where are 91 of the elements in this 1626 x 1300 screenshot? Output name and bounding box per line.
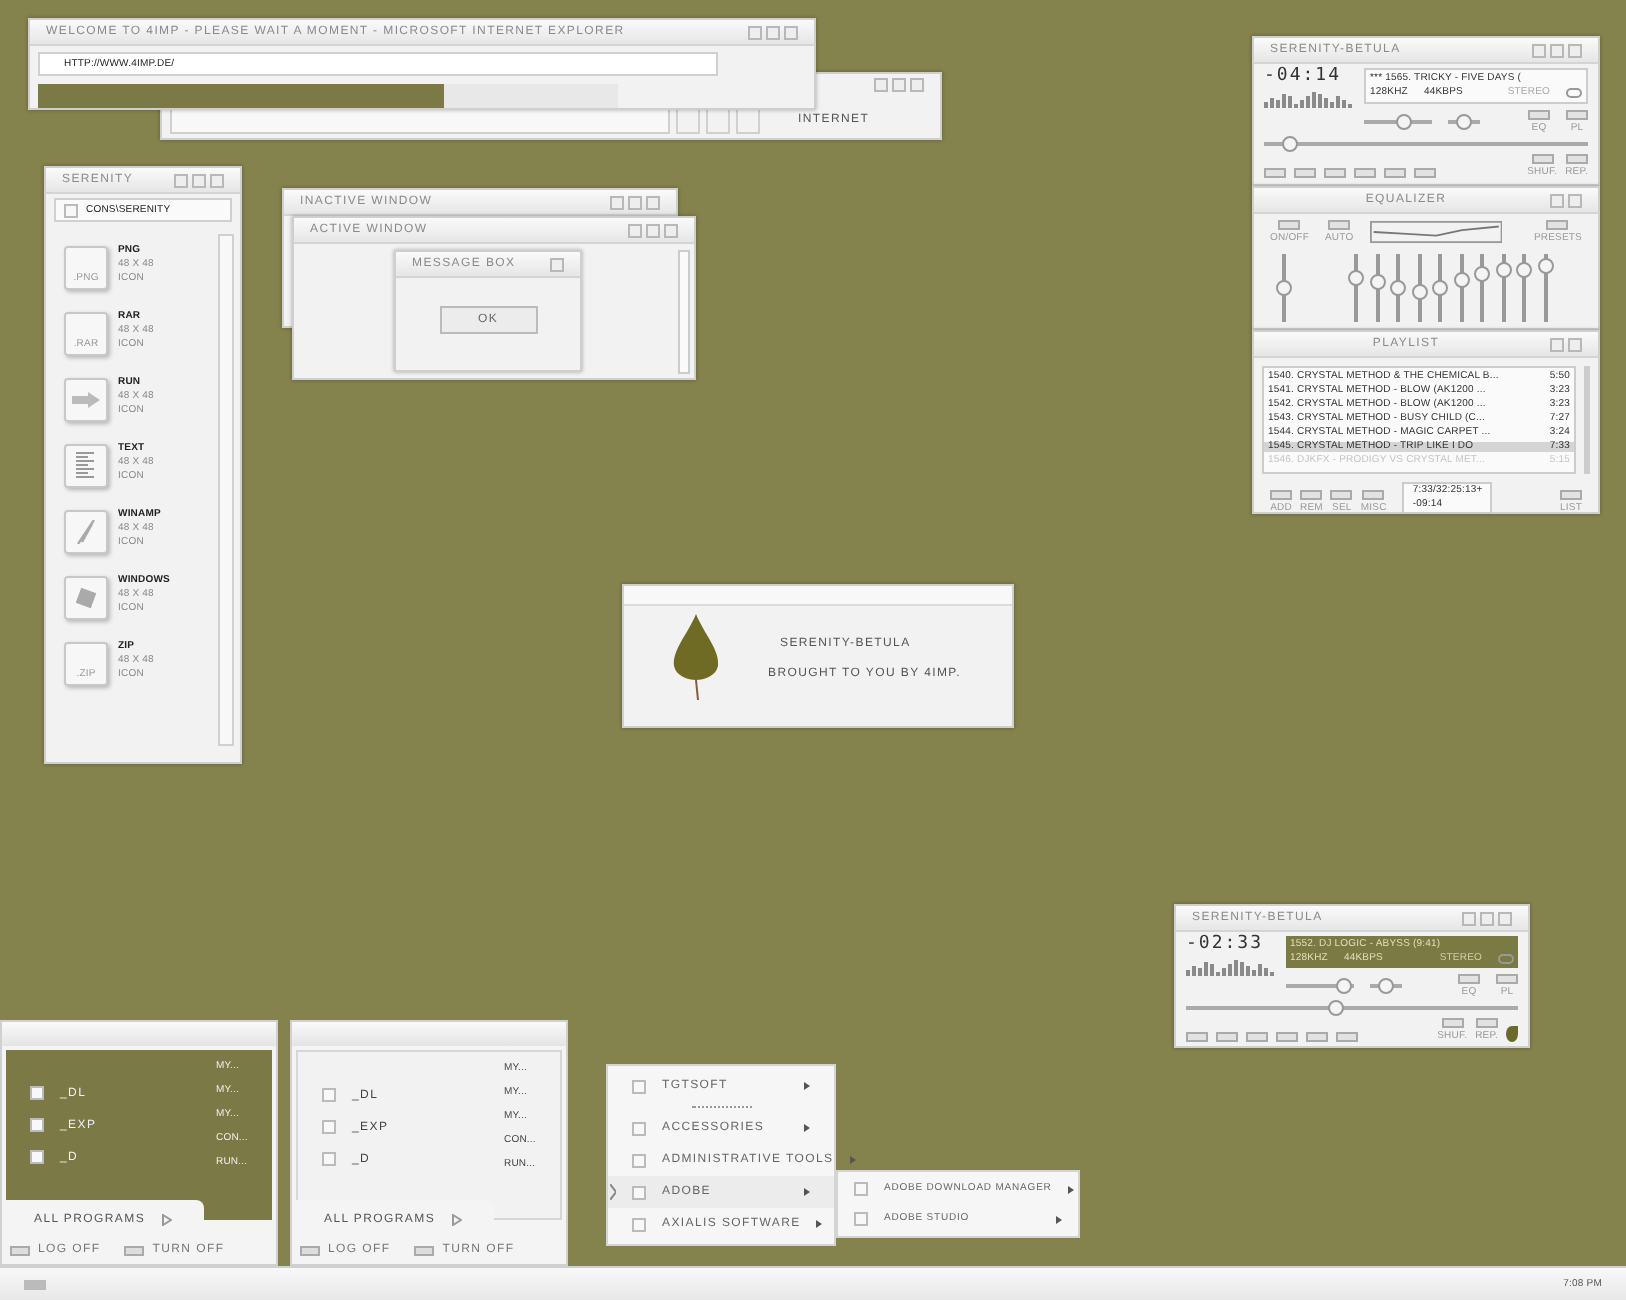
player-button[interactable] [1384,168,1406,178]
item-icon [322,1120,336,1134]
submenu-arrow-icon [804,1188,810,1196]
item-icon [30,1118,44,1132]
window-control-button[interactable] [550,257,564,271]
stereo-icon [1566,88,1582,98]
arrow-icon [161,1214,172,1226]
eq-slider-thumb[interactable] [1495,262,1511,279]
spectrum-drawing [1186,960,1274,976]
player-button[interactable] [1186,1032,1208,1042]
spectrum-drawing [1264,92,1352,108]
player-button[interactable] [1546,220,1569,230]
eq-slider-thumb[interactable] [1369,274,1385,291]
leaf-icon [672,614,720,702]
player-button[interactable] [1354,168,1376,178]
arrow-icon [72,392,100,408]
player-button[interactable] [1560,490,1582,500]
stereo-icon [1498,954,1514,964]
player-button[interactable] [1306,1032,1328,1042]
slider-thumb[interactable] [1378,978,1394,994]
item-icon [632,1217,646,1231]
player-button[interactable] [1496,974,1518,984]
item-icon [322,1088,336,1102]
slider-thumb[interactable] [1335,978,1352,994]
time-display: -02:33 [1186,936,1266,954]
eq-slider-thumb[interactable] [1537,258,1553,275]
turn-off-icon[interactable] [124,1245,145,1255]
eq-slider-thumb[interactable] [1276,279,1292,296]
slider-thumb[interactable] [1456,114,1472,130]
submenu-arrow-icon [1056,1215,1062,1223]
submenu-arrow-icon [849,1156,856,1164]
player-button[interactable] [1330,490,1353,500]
item-icon [854,1212,868,1226]
player-button[interactable] [1324,168,1346,178]
player-button[interactable] [1458,974,1480,984]
leaf-icon [1506,1026,1518,1042]
player-button[interactable] [1270,490,1292,500]
diamond-icon [74,586,98,610]
item-icon [632,1185,646,1199]
item-icon [632,1153,646,1167]
player-button[interactable] [1531,154,1554,164]
start-button[interactable] [24,1279,46,1289]
player-button[interactable] [1362,490,1385,500]
player-button[interactable] [1300,490,1323,500]
item-icon [30,1150,44,1164]
eq-curve-graph [1369,220,1502,244]
player-button[interactable] [1264,168,1286,178]
eq-slider-thumb[interactable] [1432,280,1448,297]
item-icon [64,203,78,217]
scrollbar[interactable] [678,250,690,374]
item-icon [632,1079,646,1093]
pointer-icon [610,1184,616,1200]
eq-slider-thumb[interactable] [1474,265,1490,282]
text-lines-icon [76,452,96,480]
scrollbar[interactable] [1584,366,1590,474]
slider-thumb[interactable] [1281,136,1298,152]
eq-slider-thumb[interactable] [1453,271,1469,288]
time-display: -04:14 [1264,68,1344,86]
item-icon [322,1152,336,1166]
player-button[interactable] [1414,168,1436,178]
turn-off-icon[interactable] [414,1245,435,1255]
player-button[interactable] [1328,220,1351,230]
eq-slider-thumb[interactable] [1390,280,1406,297]
player-button[interactable] [1336,1032,1358,1042]
submenu-arrow-icon [804,1124,810,1132]
eq-slider-thumb[interactable] [1516,261,1532,278]
submenu-arrow-icon [816,1220,823,1228]
scrollbar[interactable] [218,234,234,746]
submenu-arrow-icon [1067,1185,1074,1193]
log-off-icon[interactable] [300,1245,320,1255]
item-icon [30,1086,44,1100]
eq-slider-thumb[interactable] [1411,284,1427,301]
player-button[interactable] [1294,168,1316,178]
player-button[interactable] [1276,1032,1298,1042]
player-button[interactable] [1441,1018,1464,1028]
item-icon [632,1121,646,1135]
player-button[interactable] [1475,1018,1498,1028]
eq-slider-thumb[interactable] [1348,269,1364,286]
item-icon [854,1182,868,1196]
player-button[interactable] [1565,154,1588,164]
submenu-arrow-icon [804,1082,810,1090]
player-button[interactable] [1246,1032,1268,1042]
player-button[interactable] [1528,110,1550,120]
slash-icon [76,520,96,544]
slider-thumb[interactable] [1396,114,1413,130]
slider-thumb[interactable] [1327,1000,1344,1016]
log-off-icon[interactable] [10,1245,30,1255]
arrow-icon [451,1214,462,1226]
player-button[interactable] [1216,1032,1238,1042]
player-button[interactable] [1566,110,1588,120]
player-button[interactable] [1278,220,1301,230]
